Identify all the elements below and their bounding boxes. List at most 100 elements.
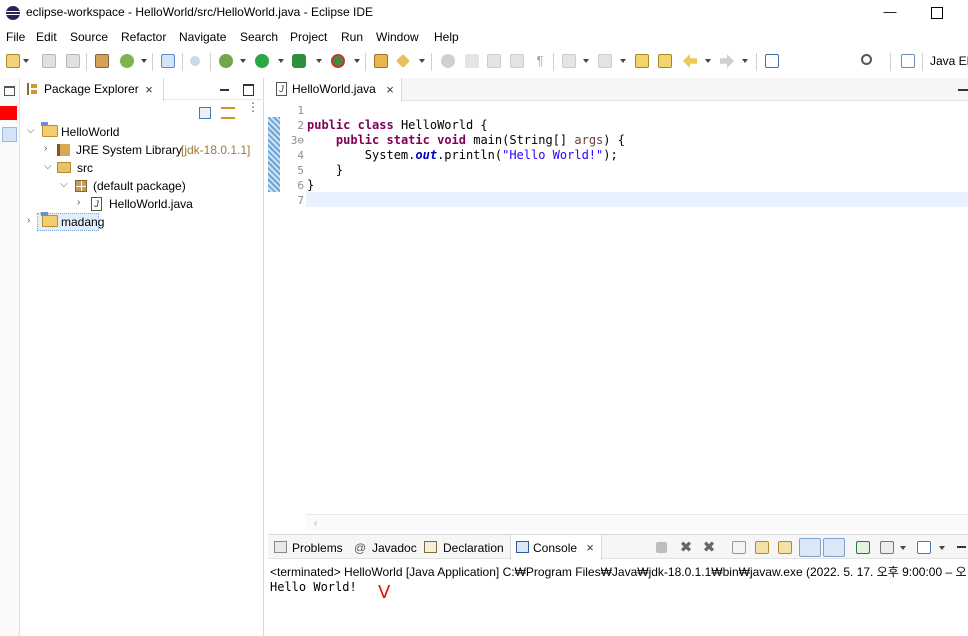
toggle-breadcrumb-icon[interactable]	[465, 54, 479, 68]
menu-source[interactable]: Source	[70, 30, 108, 44]
expand-chevron-icon[interactable]: ⌵	[44, 162, 52, 172]
line-number-fold[interactable]: 3⊖	[280, 133, 304, 148]
maximize-button[interactable]	[926, 4, 946, 20]
search-icon[interactable]	[861, 54, 872, 65]
tab-problems[interactable]: Problems	[270, 535, 348, 559]
open-type-icon[interactable]	[374, 54, 388, 68]
link-with-editor-icon[interactable]	[221, 107, 235, 119]
new-package-icon[interactable]	[95, 54, 109, 68]
show-whitespace-icon[interactable]: ¶	[533, 54, 547, 68]
open-task-icon[interactable]	[395, 53, 411, 69]
menu-file[interactable]: File	[6, 30, 25, 44]
tree-item-helloworld[interactable]: ⌵ HelloWorld	[21, 122, 261, 141]
menu-run[interactable]: Run	[341, 30, 363, 44]
open-console-icon[interactable]	[917, 541, 931, 554]
new-class-dropdown-icon[interactable]	[141, 59, 147, 63]
horizontal-scrollbar[interactable]: ‹	[306, 514, 968, 531]
tree-item-helloworld-java[interactable]: › J HelloWorld.java	[21, 195, 261, 213]
package-explorer-trim-icon[interactable]	[2, 127, 17, 142]
save-icon[interactable]	[42, 54, 56, 68]
collapse-chevron-icon[interactable]: ›	[27, 216, 35, 226]
minimize-view-button[interactable]	[219, 83, 231, 95]
tree-item-jre-library[interactable]: › JRE System Library [jdk-18.0.1.1]	[21, 141, 261, 159]
external-tools-dropdown-icon[interactable]	[354, 59, 360, 63]
new-class-icon[interactable]	[120, 54, 134, 68]
close-icon[interactable]: ×	[143, 83, 155, 96]
tab-package-explorer[interactable]: Package Explorer ×	[21, 78, 164, 101]
restore-icon[interactable]	[4, 86, 15, 96]
remove-launch-icon[interactable]: ✖	[679, 540, 693, 555]
debug-icon[interactable]	[219, 54, 233, 68]
perspective-java-ee[interactable]: Java EE	[930, 54, 968, 68]
tree-item-default-package[interactable]: ⌵ (default package)	[21, 177, 261, 195]
tab-declaration[interactable]: Declaration	[422, 535, 510, 559]
collapse-chevron-icon[interactable]: ›	[44, 144, 52, 154]
display-console-dropdown-icon[interactable]	[900, 546, 906, 550]
expand-chevron-icon[interactable]: ⌵	[60, 180, 68, 190]
previous-annotation-icon[interactable]	[598, 54, 612, 68]
pin-console-icon[interactable]	[856, 541, 870, 554]
save-all-icon[interactable]	[66, 54, 80, 68]
back-dropdown-icon[interactable]	[705, 59, 711, 63]
menu-refactor[interactable]: Refactor	[121, 30, 166, 44]
collapse-chevron-icon[interactable]: ›	[77, 198, 85, 208]
new-icon[interactable]	[6, 54, 20, 68]
close-icon[interactable]: ×	[584, 541, 596, 554]
open-task-dropdown-icon[interactable]	[419, 59, 425, 63]
menu-edit[interactable]: Edit	[36, 30, 57, 44]
show-stderr-icon[interactable]	[823, 538, 845, 557]
show-stdout-icon[interactable]	[799, 538, 821, 557]
tab-helloworld-java[interactable]: J HelloWorld.java ×	[268, 78, 402, 102]
previous-annotation-dropdown-icon[interactable]	[620, 59, 626, 63]
scroll-left-icon[interactable]: ‹	[314, 518, 317, 529]
menu-window[interactable]: Window	[376, 30, 419, 44]
back-history-icon[interactable]	[658, 54, 672, 68]
terminate-icon[interactable]	[656, 542, 667, 553]
tree-item-madang[interactable]: › madang	[21, 212, 104, 231]
forward-arrow-icon[interactable]	[720, 54, 734, 68]
open-console-dropdown-icon[interactable]	[939, 546, 945, 550]
code-line-3: public static void main(String[] args) {	[335, 133, 625, 147]
view-menu-icon[interactable]: ⋮	[247, 101, 259, 119]
forward-dropdown-icon[interactable]	[742, 59, 748, 63]
minimize-panel-button[interactable]	[956, 540, 968, 552]
minimize-editor-button[interactable]	[956, 84, 968, 96]
clear-console-icon[interactable]	[732, 541, 746, 554]
open-console-icon[interactable]	[161, 54, 175, 68]
close-icon[interactable]: ×	[384, 83, 396, 96]
open-perspective-icon[interactable]	[901, 54, 915, 68]
menu-navigate[interactable]: Navigate	[179, 30, 226, 44]
menu-search[interactable]: Search	[240, 30, 278, 44]
coverage-icon[interactable]	[292, 54, 306, 68]
console-output[interactable]: Hello World!	[270, 580, 357, 594]
last-edit-location-icon[interactable]	[635, 54, 649, 68]
next-annotation-icon[interactable]	[562, 54, 576, 68]
toggle-block-selection-icon[interactable]	[487, 54, 501, 68]
toggle-mark-occurrences-icon[interactable]	[441, 54, 455, 68]
run-dropdown-icon[interactable]	[278, 59, 284, 63]
word-wrap-icon[interactable]	[510, 54, 524, 68]
minimize-button[interactable]: —	[880, 4, 900, 20]
word-wrap-console-icon[interactable]	[778, 541, 792, 554]
menu-help[interactable]: Help	[434, 30, 459, 44]
coverage-dropdown-icon[interactable]	[316, 59, 322, 63]
skip-breakpoints-icon[interactable]	[190, 56, 200, 66]
run-icon[interactable]	[255, 54, 269, 68]
debug-dropdown-icon[interactable]	[240, 59, 246, 63]
display-selected-console-icon[interactable]	[880, 541, 894, 554]
expand-chevron-icon[interactable]: ⌵	[27, 126, 35, 136]
new-dropdown-icon[interactable]	[23, 59, 29, 63]
back-arrow-icon[interactable]	[683, 54, 697, 68]
menu-project[interactable]: Project	[290, 30, 327, 44]
remove-all-launches-icon[interactable]: ✖	[702, 540, 716, 555]
tree-item-src[interactable]: ⌵ src	[21, 159, 261, 177]
next-annotation-dropdown-icon[interactable]	[583, 59, 589, 63]
scroll-lock-icon[interactable]	[755, 541, 769, 554]
code-line-4: System.out.println("Hello World!");	[364, 148, 618, 162]
maximize-view-button[interactable]	[242, 83, 254, 96]
collapse-all-icon[interactable]	[199, 107, 211, 119]
external-tools-icon[interactable]	[331, 54, 345, 68]
tab-javadoc[interactable]: @ Javadoc	[352, 535, 418, 559]
pin-editor-icon[interactable]	[765, 54, 779, 68]
tab-console[interactable]: Console ×	[510, 535, 602, 560]
